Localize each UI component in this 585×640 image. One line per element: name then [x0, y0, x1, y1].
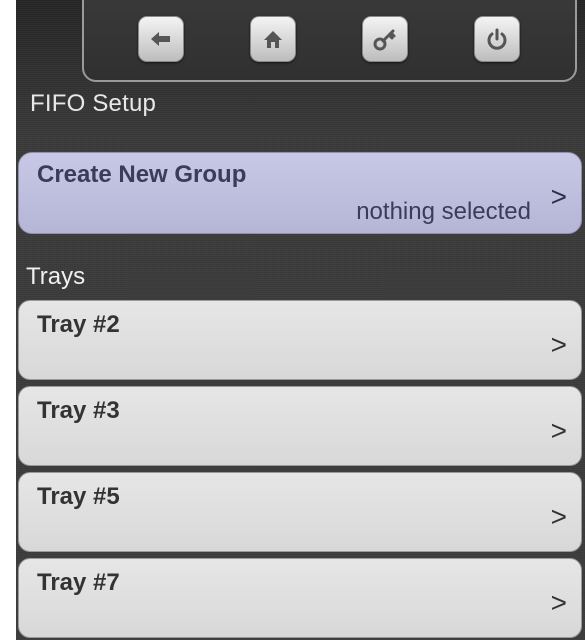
power-button[interactable]	[474, 16, 520, 62]
trays-section-label: Trays	[26, 263, 86, 290]
tray-label: Tray #5	[37, 483, 120, 510]
tray-label: Tray #2	[37, 311, 120, 338]
home-icon	[264, 31, 282, 48]
top-toolbar	[82, 0, 577, 82]
chevron-right-icon: >	[550, 587, 567, 618]
back-arrow-icon	[151, 32, 170, 46]
key-icon	[373, 29, 396, 51]
power-icon	[487, 28, 507, 50]
chevron-right-icon: >	[550, 181, 567, 212]
tray-label: Tray #7	[37, 569, 120, 596]
create-group-status: nothing selected	[356, 198, 531, 225]
device-screen: FIFO Setup Create New Group nothing sele…	[16, 0, 585, 640]
page-title: FIFO Setup	[30, 90, 157, 117]
chevron-right-icon: >	[550, 329, 567, 360]
home-button[interactable]	[250, 16, 296, 62]
create-group-title: Create New Group	[37, 161, 247, 188]
key-button[interactable]	[362, 16, 408, 62]
create-new-group-button[interactable]: Create New Group nothing selected >	[18, 152, 582, 234]
back-button[interactable]	[138, 16, 184, 62]
chevron-right-icon: >	[550, 415, 567, 446]
tray-item-7[interactable]: Tray #7 >	[18, 558, 582, 638]
tray-item-3[interactable]: Tray #3 >	[18, 386, 582, 466]
tray-label: Tray #3	[37, 397, 120, 424]
tray-item-2[interactable]: Tray #2 >	[18, 300, 582, 380]
chevron-right-icon: >	[550, 501, 567, 532]
tray-item-5[interactable]: Tray #5 >	[18, 472, 582, 552]
